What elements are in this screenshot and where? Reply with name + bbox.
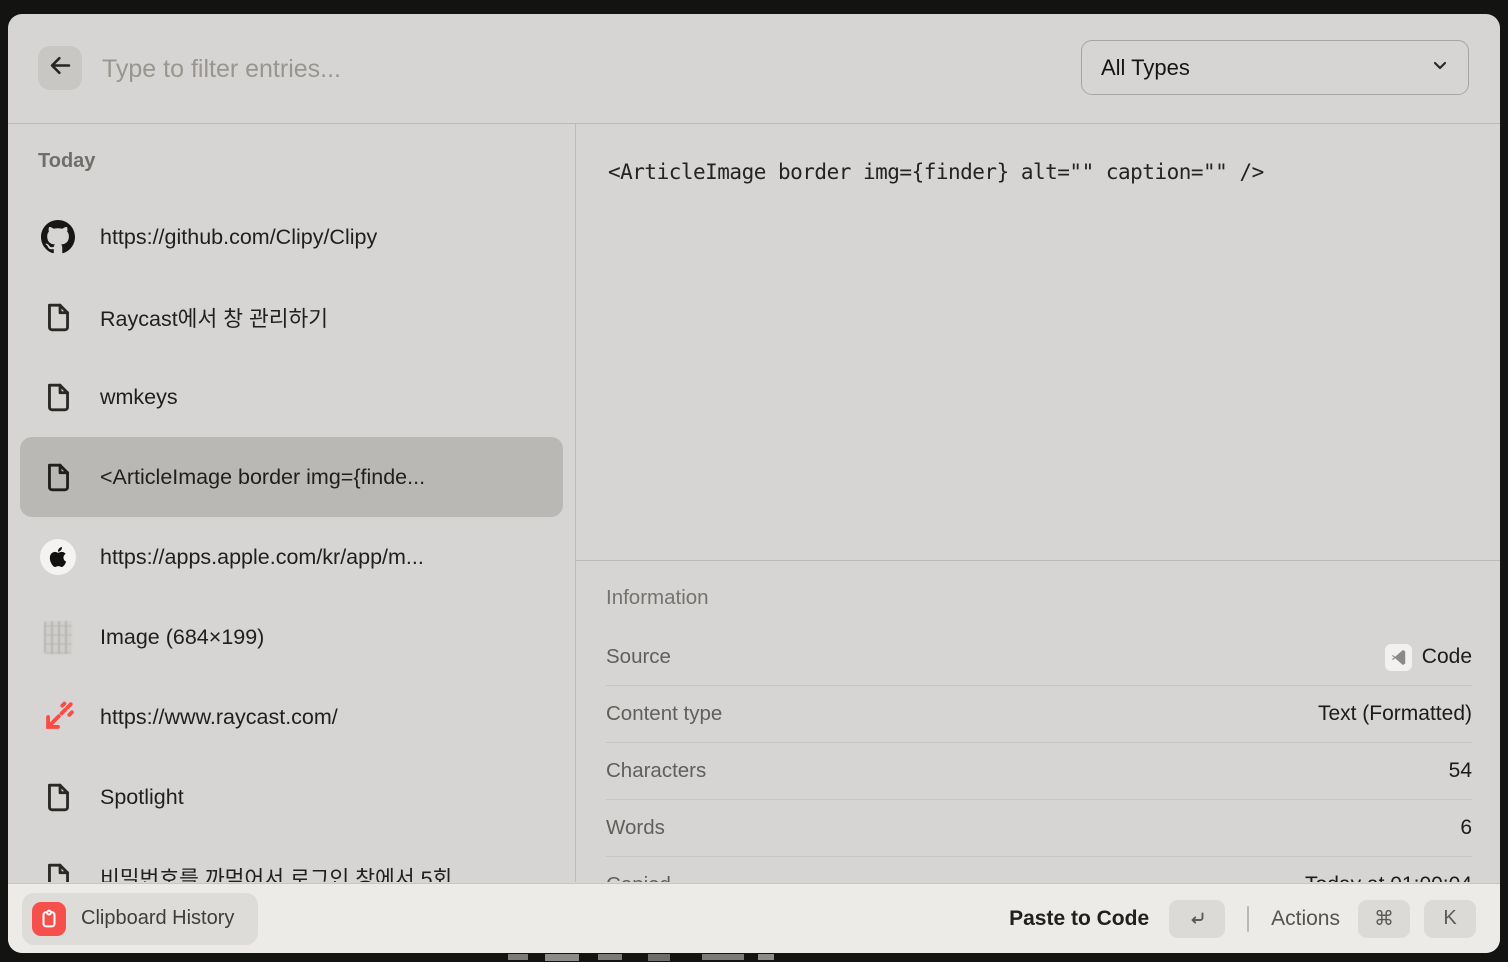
return-key-icon[interactable] xyxy=(1169,900,1225,938)
list-item[interactable]: https://github.com/Clipy/Clipy xyxy=(20,197,563,277)
info-row-characters: Characters 54 xyxy=(606,743,1472,800)
info-value: Today at 01:00:04 xyxy=(1305,873,1472,882)
apple-icon xyxy=(40,539,76,575)
app-name: Clipboard History xyxy=(81,907,234,930)
raycast-icon xyxy=(40,699,76,735)
list-item[interactable]: https://apps.apple.com/kr/app/m... xyxy=(20,517,563,597)
info-row-copied: Copied Today at 01:00:04 xyxy=(606,857,1472,882)
info-label: Content type xyxy=(606,702,722,726)
clipboard-history-window: All Types Today https://github.com/Clipy… xyxy=(8,14,1500,953)
list-item-label: Spotlight xyxy=(100,785,184,810)
info-label: Words xyxy=(606,816,665,840)
list-item[interactable]: https://www.raycast.com/ xyxy=(20,677,563,757)
desktop-fragment xyxy=(648,954,670,961)
bottom-bar: Clipboard History Paste to Code Actions … xyxy=(8,883,1500,953)
list-item-label: wmkeys xyxy=(100,385,178,410)
paste-to-code-button[interactable]: Paste to Code xyxy=(1009,907,1149,931)
info-value: 54 xyxy=(1449,759,1472,783)
list-item[interactable]: Image (684×199) xyxy=(20,597,563,677)
command-keycap[interactable]: ⌘ xyxy=(1358,900,1410,938)
clipboard-icon xyxy=(32,902,66,936)
list-item[interactable]: 비밀번호를 까먹어서 로그인 창에서 5회... xyxy=(20,837,563,882)
info-value: Code xyxy=(1422,645,1472,669)
document-icon xyxy=(40,859,76,882)
document-icon xyxy=(40,299,76,335)
info-value: 6 xyxy=(1460,816,1472,840)
section-label-today: Today xyxy=(38,150,95,173)
info-label: Source xyxy=(606,645,671,669)
list-item-label: https://www.raycast.com/ xyxy=(100,705,338,730)
type-filter-value: All Types xyxy=(1101,55,1190,81)
history-rows: https://github.com/Clipy/Clipy Raycast에서… xyxy=(8,197,575,882)
arrow-left-icon xyxy=(47,52,74,84)
list-item[interactable]: Raycast에서 창 관리하기 xyxy=(20,277,563,357)
info-row-content-type: Content type Text (Formatted) xyxy=(606,686,1472,743)
list-item-label: https://apps.apple.com/kr/app/m... xyxy=(100,545,424,570)
image-thumbnail-icon xyxy=(40,619,76,655)
information-section: Information Source Code Content type Tex… xyxy=(606,560,1472,882)
back-button[interactable] xyxy=(38,46,82,90)
info-label: Copied xyxy=(606,873,671,882)
list-item-label: Image (684×199) xyxy=(100,625,264,650)
desktop-fragment xyxy=(598,954,622,960)
info-row-words: Words 6 xyxy=(606,800,1472,857)
search-input[interactable] xyxy=(100,42,1044,96)
clipboard-content-preview: <ArticleImage border img={finder} alt=""… xyxy=(608,160,1476,184)
vscode-icon xyxy=(1385,644,1412,671)
list-item-label: https://github.com/Clipy/Clipy xyxy=(100,225,377,250)
list-item-label: 비밀번호를 까먹어서 로그인 창에서 5회... xyxy=(100,862,470,883)
desktop-fragment xyxy=(758,954,774,960)
list-item-label: Raycast에서 창 관리하기 xyxy=(100,302,328,333)
history-list: Today https://github.com/Clipy/Clipy Ray… xyxy=(8,124,575,882)
desktop-fragment xyxy=(702,954,744,960)
list-item-selected[interactable]: <ArticleImage border img={finde... xyxy=(20,437,563,517)
info-row-source: Source Code xyxy=(606,629,1472,686)
chevron-down-icon xyxy=(1430,55,1450,80)
desktop-fragment xyxy=(508,954,528,960)
document-icon xyxy=(40,379,76,415)
information-header: Information xyxy=(606,586,1472,610)
list-item[interactable]: Spotlight xyxy=(20,757,563,837)
info-label: Characters xyxy=(606,759,706,783)
list-item[interactable]: wmkeys xyxy=(20,357,563,437)
type-filter-dropdown[interactable]: All Types xyxy=(1081,40,1469,95)
bar-separator xyxy=(1247,906,1249,932)
detail-panel: <ArticleImage border img={finder} alt=""… xyxy=(576,124,1500,882)
info-value: Text (Formatted) xyxy=(1318,702,1472,726)
actions-button[interactable]: Actions xyxy=(1271,907,1340,931)
app-switcher[interactable]: Clipboard History xyxy=(22,893,258,945)
document-icon xyxy=(40,459,76,495)
github-icon xyxy=(40,219,76,255)
desktop-fragment xyxy=(545,954,579,961)
list-item-label: <ArticleImage border img={finde... xyxy=(100,465,425,490)
top-bar: All Types xyxy=(8,14,1500,124)
document-icon xyxy=(40,779,76,815)
k-keycap[interactable]: K xyxy=(1424,900,1476,938)
